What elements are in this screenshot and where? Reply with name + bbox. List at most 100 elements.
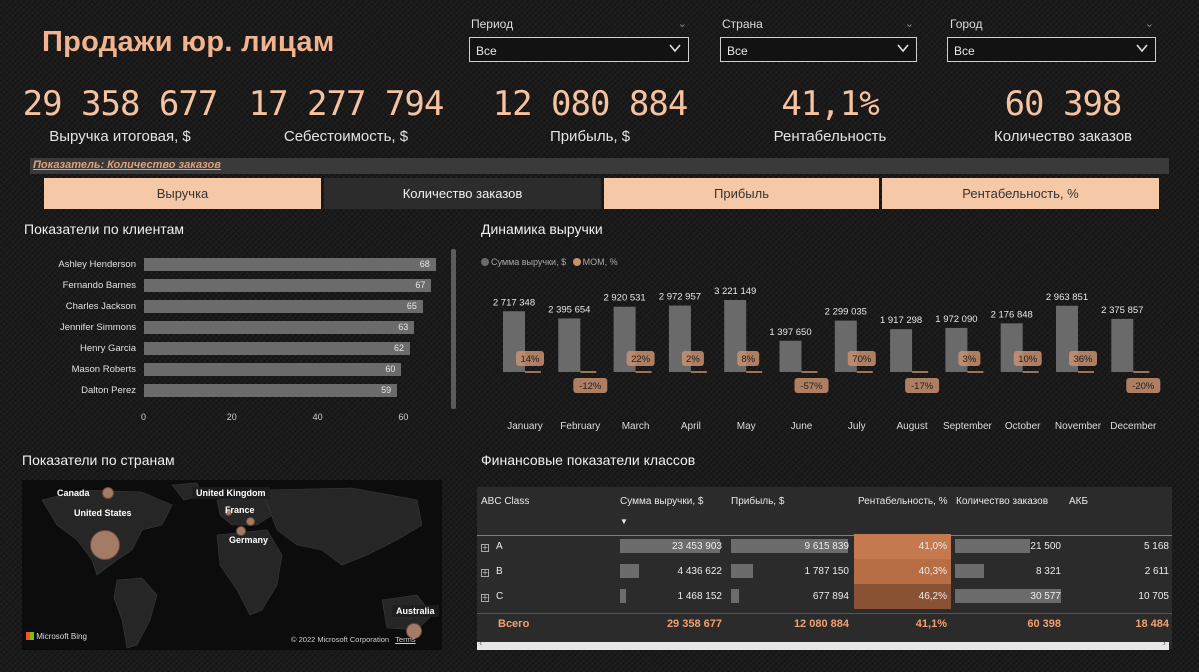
microsoft-logo-icon [26,632,34,640]
x-tick-label: 40 [312,412,323,422]
kpi-cost: 17 277 794 Себестоимость, $ [246,84,446,145]
scroll-right-icon[interactable]: › [1163,639,1166,649]
col-header-orders[interactable]: Количество заказов [956,495,1048,509]
country-select[interactable]: Все [720,37,917,62]
chevron-down-icon: ⌄ [677,18,687,30]
expand-row-icon[interactable]: + [481,544,489,552]
revenue-bar[interactable] [1111,318,1134,372]
revenue-data-label: 2 375 857 [1101,305,1143,316]
customer-name: Ashley Henderson [58,259,136,270]
country-filter-label: Страна ⌄ [722,17,914,31]
x-tick-label: 60 [398,412,409,422]
label-france: France [225,505,255,515]
revenue-value: 1 468 152 [677,591,723,602]
kpi-value: 41,1% [781,84,879,124]
kpi-label: Прибыль, $ [549,128,631,145]
chevron-down-icon [1136,44,1148,53]
mom-data-label: 70% [852,354,872,365]
col-header-class[interactable]: ABC Class [481,495,529,509]
revenue-bar[interactable] [779,340,802,372]
col-header-akb[interactable]: АКБ [1069,495,1088,509]
revenue-bar[interactable] [890,329,913,372]
sort-desc-icon[interactable]: ▼ [620,515,628,529]
mom-data-label: 3% [963,354,977,365]
orders-value: 8 321 [1035,566,1061,577]
customer-bar[interactable] [144,342,410,355]
total-profit: 12 080 884 [793,618,849,630]
profit-value: 9 615 839 [804,541,850,552]
customer-bar[interactable] [144,258,436,271]
kpi-label: Рентабельность [773,128,887,145]
legend-dot-mom [572,258,581,266]
tab-orders[interactable]: Количество заказов [324,178,601,209]
world-map[interactable]: Canada United States United Kingdom Fran… [22,480,442,650]
revenue-bar[interactable] [558,318,581,372]
col-header-margin[interactable]: Рентабельность, % [858,495,952,509]
label-australia: Australia [392,605,439,617]
asia-shape [261,487,423,566]
table-row[interactable]: + C 1 468 152 677 894 46,2% 30 577 10 705 [477,584,1172,611]
month-tick-label: April [681,421,701,432]
bing-logo: Microsoft Bing [26,632,87,641]
revenue-data-label: 1 972 090 [935,314,977,325]
terms-link[interactable]: Terms [395,635,415,644]
month-tick-label: June [791,421,813,432]
scroll-left-icon[interactable]: ‹ [479,639,482,649]
customer-name: Mason Roberts [71,364,136,375]
customer-bar[interactable] [144,300,423,313]
kpi-value: 12 080 884 [492,84,689,124]
customer-value: 68 [419,259,430,269]
header-divider [477,535,1172,536]
revenue-data-label: 1 917 298 [880,315,922,326]
tab-revenue[interactable]: Выручка [44,178,321,209]
bubble-canada[interactable] [102,487,114,499]
month-tick-label: September [943,421,993,432]
col-header-profit[interactable]: Прибыль, $ [731,495,784,509]
expand-row-icon[interactable]: + [481,569,489,577]
margin-value: 41,0% [918,541,947,552]
akb-value: 10 705 [1138,591,1169,602]
city-select[interactable]: Все [947,37,1156,62]
legend-dot-revenue [481,258,489,266]
chevron-down-icon: ⌄ [1144,18,1154,30]
revenue-data-label: 1 397 650 [769,327,811,338]
bubble-united-states[interactable] [90,530,120,560]
map-copyright: © 2022 Microsoft Corporation Terms [291,635,416,644]
kpi-value: 29 358 677 [22,84,219,124]
customer-bar[interactable] [144,363,402,376]
month-tick-label: July [848,421,866,432]
mom-data-label: 22% [631,354,651,365]
month-tick-label: October [1005,421,1041,432]
finance-table: ABC Class Сумма выручки, $ ▼ Прибыль, $ … [477,487,1172,649]
customers-bar-chart: Ashley Henderson 68 Fernando Barnes 67 Charl… [30,252,450,422]
month-tick-label: May [737,421,756,432]
page-title: Продажи юр. лицам [42,26,335,58]
table-row[interactable]: + B 4 436 622 1 787 150 40,3% 8 321 2 611 [477,559,1172,586]
customer-bar[interactable] [144,384,398,397]
mom-data-label: 8% [741,354,755,365]
table-row[interactable]: + A 23 453 903 9 615 839 41,0% 21 500 5 168 [477,534,1172,561]
kpi-profit: 12 080 884 Прибыль, $ [490,84,690,145]
customer-value: 63 [398,322,409,332]
revenue-data-label: 2 972 957 [659,292,701,303]
tab-margin[interactable]: Рентабельность, % [882,178,1159,209]
label-united-kingdom: United Kingdom [192,487,270,499]
kpi-revenue: 29 358 677 Выручка итоговая, $ [20,84,220,145]
akb-value: 2 611 [1144,566,1169,577]
bubble-france[interactable] [246,517,255,526]
table-horizontal-scrollbar[interactable]: ‹ › [477,639,1169,650]
kpi-label: Выручка итоговая, $ [49,128,191,145]
expand-row-icon[interactable]: + [481,594,489,602]
chevron-down-icon [669,44,681,53]
period-select[interactable]: Все [469,37,689,62]
chevron-down-icon: ⌄ [904,18,914,30]
total-revenue: 29 358 677 [666,618,722,630]
kpi-value: 60 398 [1004,84,1123,124]
customers-scrollbar[interactable] [451,249,456,409]
customers-title: Показатели по клиентам [24,221,184,237]
customer-bar[interactable] [144,321,415,334]
customer-name: Charles Jackson [65,301,136,312]
tab-profit[interactable]: Прибыль [604,178,879,209]
col-header-revenue[interactable]: Сумма выручки, $ [620,495,703,509]
customer-bar[interactable] [144,279,432,292]
